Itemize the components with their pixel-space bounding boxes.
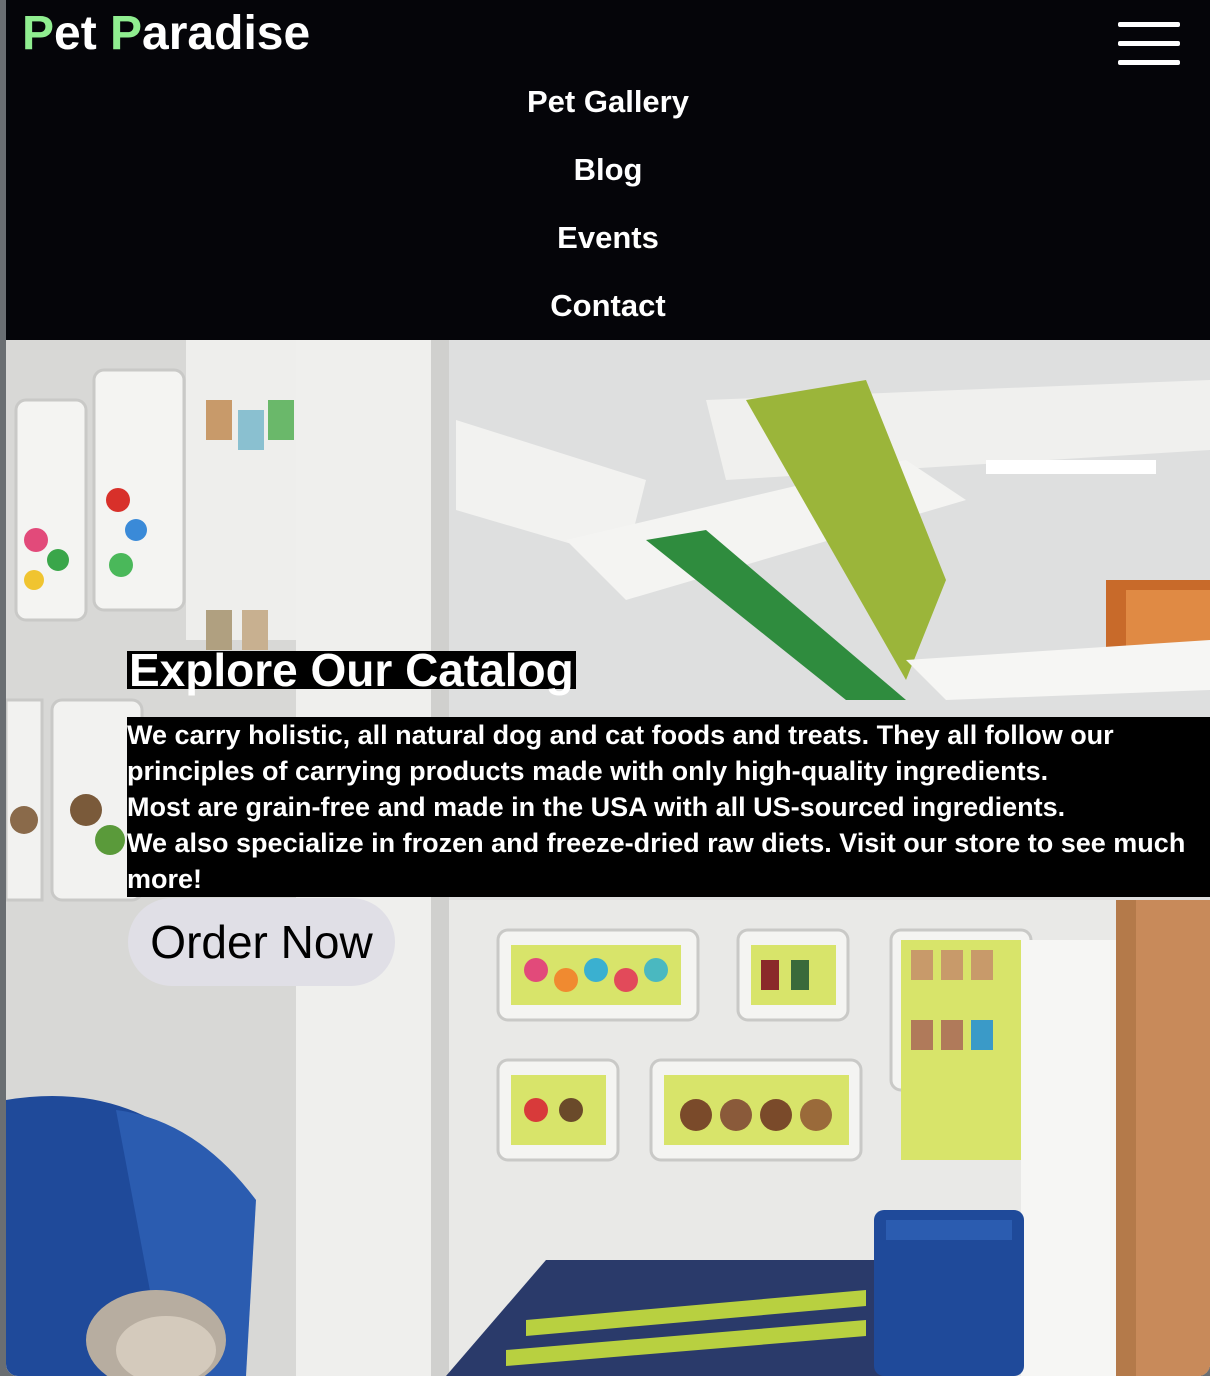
logo-text-aradise: aradise	[142, 7, 311, 60]
logo-initial-p-2: P	[110, 7, 143, 60]
logo-initial-p: P	[22, 7, 55, 60]
browser-viewport: Pet Paradise Pet Gallery Blog Events Con…	[6, 0, 1210, 1376]
nav-link-contact[interactable]: Contact	[550, 272, 665, 340]
hero-paragraph-2: Most are grain-free and made in the USA …	[127, 792, 1066, 822]
hamburger-menu-icon[interactable]	[1118, 22, 1180, 68]
hero-title: Explore Our Catalog	[127, 644, 576, 696]
hamburger-bar	[1118, 41, 1180, 46]
hero-description: We carry holistic, all natural dog and c…	[127, 717, 1210, 897]
nav-link-blog[interactable]: Blog	[574, 136, 643, 204]
nav-link-events[interactable]: Events	[557, 204, 659, 272]
hero-section: Explore Our Catalog We carry holistic, a…	[6, 340, 1210, 1376]
main-nav: Pet Gallery Blog Events Contact	[6, 68, 1210, 340]
nav-item-blog: Blog	[6, 136, 1210, 204]
hamburger-bar	[1118, 22, 1180, 27]
hero-paragraph-3: We also specialize in frozen and freeze-…	[127, 828, 1186, 894]
site-header: Pet Paradise Pet Gallery Blog Events Con…	[6, 0, 1210, 340]
hamburger-bar	[1118, 60, 1180, 65]
nav-item-pet-gallery: Pet Gallery	[6, 68, 1210, 136]
nav-item-events: Events	[6, 204, 1210, 272]
nav-item-contact: Contact	[6, 272, 1210, 340]
site-logo[interactable]: Pet Paradise	[22, 6, 310, 62]
logo-text-et: et	[54, 7, 111, 60]
hero-paragraph-1: We carry holistic, all natural dog and c…	[127, 720, 1114, 786]
nav-link-pet-gallery[interactable]: Pet Gallery	[527, 68, 689, 136]
order-now-button[interactable]: Order Now	[128, 898, 395, 986]
